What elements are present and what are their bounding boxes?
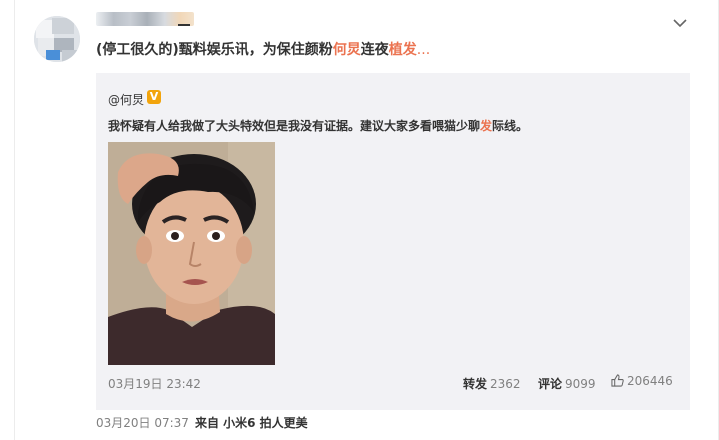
repost-author-link[interactable]: @何炅 (108, 91, 144, 108)
verified-badge-icon: V (147, 90, 161, 104)
post-text: (停工很久的)甄料娱乐讯，为保住颜粉何炅连夜植发... (96, 39, 430, 59)
repost-card: @何炅 V 我怀疑有人给我做了大头特效但是我没有证据。建议大家多看喂猫少聊发际线… (96, 73, 690, 410)
comment-count: 9099 (565, 377, 596, 391)
repost-text-before: 我怀疑有人给我做了大头特效但是我没有证据。建议大家多看喂猫少聊 (108, 119, 481, 133)
mention-name[interactable]: 何炅 (333, 42, 361, 58)
expand-ellipsis[interactable]: ... (417, 42, 430, 58)
post-text-prefix: (停工很久的)甄料娱乐讯，为保住颜粉 (96, 42, 333, 58)
chevron-down-icon[interactable] (671, 14, 689, 32)
post-source[interactable]: 来自 小米6 拍人更美 (195, 416, 308, 430)
repost-count-button[interactable]: 转发 2362 (463, 375, 521, 392)
post-text-highlight: 植发 (388, 42, 417, 58)
avatar[interactable] (34, 16, 80, 62)
post-timestamp[interactable]: 03月20日 07:37 (96, 416, 189, 430)
comment-label: 评论 (538, 377, 563, 391)
comment-count-button[interactable]: 评论 9099 (538, 375, 596, 392)
post-text-mid: 连夜 (360, 42, 389, 58)
repost-count: 2362 (490, 377, 521, 391)
post-footer: 03月20日 07:37 来自 小米6 拍人更美 (96, 414, 308, 431)
repost-text-highlight: 发 (480, 119, 493, 133)
repost-label: 转发 (463, 377, 488, 391)
repost-text: 我怀疑有人给我做了大头特效但是我没有证据。建议大家多看喂猫少聊发际线。 (108, 117, 528, 134)
like-count: 206446 (627, 374, 673, 388)
like-button[interactable]: 206446 (611, 374, 673, 388)
repost-text-after: 际线。 (492, 119, 529, 133)
username-underscore (178, 24, 190, 26)
post-photo[interactable] (108, 142, 275, 365)
thumbs-up-icon (611, 374, 624, 387)
repost-timestamp[interactable]: 03月19日 23:42 (108, 375, 201, 392)
card-border (14, 0, 15, 440)
